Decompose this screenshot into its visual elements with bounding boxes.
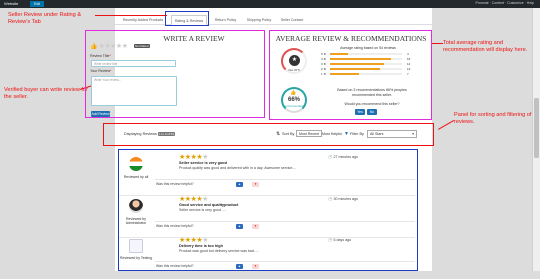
annotation-tab: Seller Review under Rating & Review's Ta… <box>8 12 82 25</box>
tab-highlight-box <box>165 11 209 26</box>
chevron-down-icon: ▾ <box>412 132 414 136</box>
rating-stars-input[interactable]: 👍 ★★★★★ <box>90 42 128 50</box>
no-button[interactable]: No <box>367 109 377 115</box>
filter-stars-select[interactable]: All Stars ▾ <box>367 130 417 138</box>
tab-shipping-policy[interactable]: Shipping Policy <box>243 15 275 25</box>
yes-button[interactable]: Yes <box>355 109 365 115</box>
breakdown-count: 14 <box>407 62 411 66</box>
avatar <box>129 157 143 171</box>
breakdown-bar <box>330 73 402 75</box>
add-review-button[interactable]: Add Review <box>91 111 110 117</box>
review-text: Seller service is very good .... <box>179 208 226 212</box>
displaying-text: Displaying Reviews <box>124 132 157 136</box>
thumbs-down-icon[interactable]: ▼ <box>252 223 259 229</box>
reviewer-name: Reviewed by Testing <box>119 256 153 260</box>
helpful-row: Was this review helpful? ▲ ▼ <box>155 179 415 187</box>
reviewer-name: Reviewed by all <box>123 175 149 179</box>
sort-by-label: Sort By <box>282 132 295 136</box>
breakdown-bar <box>330 58 402 60</box>
breakdown-label: 3 ★ <box>321 62 327 66</box>
scrollbar-thumb[interactable] <box>534 98 539 158</box>
breakdown-label: 4 ★ <box>321 57 327 61</box>
review-item: Reviewed by Administrator ★★★★★ 🕑 30 min… <box>119 193 415 238</box>
annotation-line-panel <box>438 120 455 130</box>
review-stars: ★★★★★ <box>179 237 208 244</box>
filter-by-label: Filter By <box>350 132 364 136</box>
review-item: Reviewed by all ★★★★★ 🕑 27 minutes ago S… <box>119 151 415 196</box>
based-on-text: Average rating based on 54 reviews <box>340 46 396 50</box>
write-review-heading: WRITE A REVIEW <box>163 34 225 43</box>
breakdown-count: 13 <box>407 67 411 71</box>
review-stars: ★★★★★ <box>179 154 208 161</box>
review-text: Product was good but delivery service wa… <box>179 249 259 253</box>
not-rated-badge: Not Rated <box>134 44 150 48</box>
review-item: Reviewed by Testing ★★★★★ 🕑 6 days ago D… <box>119 234 415 279</box>
breakdown-bar <box>330 63 402 65</box>
edit-button[interactable]: Edit <box>30 1 44 7</box>
star-icon: ★ <box>289 55 300 66</box>
thumbs-up-icon[interactable]: ▲ <box>236 223 243 229</box>
review-title-input[interactable]: Write review title <box>91 60 176 67</box>
annotation-line-tab <box>95 15 167 16</box>
tab-seller-contact[interactable]: Seller Contact <box>277 15 307 25</box>
review-title: Seller service is very good <box>179 161 227 165</box>
review-time: 🕑 6 days ago <box>328 238 352 242</box>
toolbar-menu[interactable]: Promote · Content · Customize · Help <box>475 1 534 5</box>
review-textarea[interactable]: Write Your review... <box>91 76 177 106</box>
admin-toolbar: Website Edit Promote · Content · Customi… <box>0 0 540 8</box>
helpful-question: Was this review helpful? <box>156 182 194 186</box>
reviewer-name: Reviewed by Administrator <box>125 217 147 225</box>
review-title: Good service and qualityproduct <box>179 203 239 207</box>
annotation-total: Total average rating and recommendation … <box>443 40 528 53</box>
recommend-label: recommended <box>284 104 304 108</box>
breakdown-label: 1 ★ <box>321 72 327 76</box>
helpful-question: Was this review helpful? <box>156 224 194 228</box>
breakdown-label: 2 ★ <box>321 67 327 71</box>
sort-most-helpful[interactable]: Most Helpful <box>322 132 342 136</box>
helpful-row: Was this review helpful? ▲ ▼ <box>155 221 415 229</box>
tab-recently-added[interactable]: Recently Added Products <box>118 15 168 25</box>
recommend-question: Would you recommend this seller? <box>344 102 400 106</box>
thumbs-up-icon: 👍 <box>290 90 297 96</box>
average-heading: AVERAGE REVIEW & RECOMMENDATIONS <box>275 34 427 43</box>
tab-return-policy[interactable]: Return Policy <box>211 15 240 25</box>
breakdown-count: 16 <box>407 57 411 61</box>
annotation-panel: Panel for sorting and filtering of revie… <box>454 112 532 125</box>
review-time: 🕑 27 minutes ago <box>328 155 359 159</box>
helpful-row: Was this review helpful? ▲ ▼ <box>155 261 415 269</box>
star-icons[interactable]: ★★★★★ <box>99 43 128 50</box>
annotation-line-total <box>431 43 443 44</box>
breakdown-label: 5 ★ <box>321 52 327 56</box>
out-of-label: Out Of 5 <box>288 68 300 72</box>
thumbs-up-icon: 👍 <box>90 44 98 50</box>
annotation-write: Verified buyer can write review for the … <box>4 87 88 100</box>
your-review-label: Your Review* <box>90 69 112 73</box>
helpful-question: Was this review helpful? <box>156 264 194 268</box>
site-name[interactable]: Website <box>4 1 18 6</box>
sort-icon: ⇅ <box>276 131 281 137</box>
thumbs-up-icon[interactable]: ▲ <box>236 181 243 187</box>
review-stars: ★★★★★ <box>179 196 208 203</box>
breakdown-count: 7 <box>407 72 409 76</box>
breakdown-count: 4 <box>407 52 409 56</box>
displaying-count-badge: 1 to 3 of 54 <box>158 132 176 136</box>
review-title-label: Review Title* <box>90 54 111 58</box>
review-time: 🕑 30 minutes ago <box>328 197 359 201</box>
breakdown-bar <box>330 68 402 70</box>
recommend-percent: 66% <box>287 97 300 103</box>
thumbs-up-icon[interactable]: ▲ <box>236 263 243 269</box>
avatar <box>129 199 143 213</box>
review-title: Delivery time is too high <box>179 244 223 248</box>
thumbs-down-icon[interactable]: ▼ <box>252 181 259 187</box>
avatar <box>129 239 143 253</box>
thumbs-down-icon[interactable]: ▼ <box>252 263 259 269</box>
breakdown-bar <box>330 53 402 55</box>
sort-most-recent[interactable]: Most Recent <box>296 130 323 137</box>
review-text: Product quality was good and delivered w… <box>179 166 297 170</box>
filter-icon: ▼ <box>344 131 349 137</box>
recommend-text: Based on 3 recommendations 66% peoples r… <box>337 88 407 97</box>
